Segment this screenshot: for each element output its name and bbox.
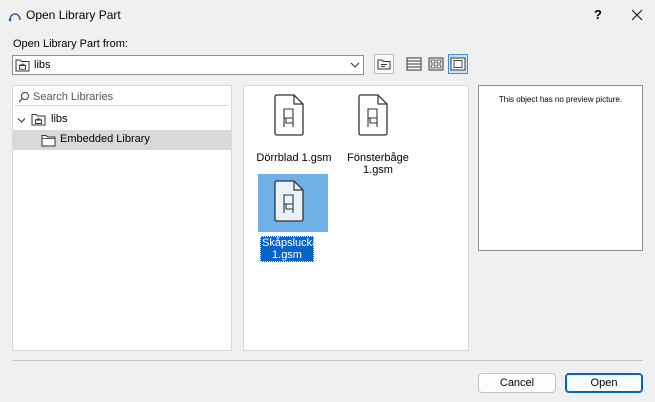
preview-view-icon xyxy=(450,57,466,71)
source-label: Open Library Part from: xyxy=(13,38,128,50)
library-folder-icon xyxy=(31,114,46,126)
library-folder-icon xyxy=(15,59,30,72)
library-part-name: Dörrblad 1.gsm xyxy=(256,152,332,164)
search-libraries[interactable]: Search Libraries xyxy=(15,88,229,106)
selection-highlight xyxy=(258,174,328,232)
preview-panel: This object has no preview picture. xyxy=(478,85,643,251)
library-part-item[interactable]: Dörrblad 1.gsm xyxy=(256,90,332,170)
library-tree-panel: Search Libraries libs Embedded Library xyxy=(12,85,232,351)
up-folder-button[interactable] xyxy=(374,54,394,74)
close-icon[interactable] xyxy=(625,4,649,26)
library-part-name: Skåpslucka 1.gsm xyxy=(260,236,319,262)
icon-view-icon[interactable] xyxy=(426,54,446,74)
tree-item-label: libs xyxy=(51,113,68,125)
tree-item-label: Embedded Library xyxy=(60,133,150,145)
library-part-item[interactable]: Skåpslucka 1.gsm xyxy=(258,174,332,262)
arc-icon xyxy=(8,13,21,22)
open-button[interactable]: Open xyxy=(565,373,643,393)
preview-message: This object has no preview picture. xyxy=(498,95,623,104)
window-title: Open Library Part xyxy=(26,8,121,22)
list-view-icon[interactable] xyxy=(404,54,424,74)
tree-item-libs[interactable]: libs xyxy=(13,110,231,130)
title-bar: Open Library Part ? xyxy=(0,0,655,30)
gsm-file-icon xyxy=(358,94,388,136)
search-icon xyxy=(18,91,30,103)
large-preview-view-button[interactable] xyxy=(448,54,468,74)
tree-item-embedded-library[interactable]: Embedded Library xyxy=(13,130,231,150)
open-library-part-dialog: Open Library Part ? Open Library Part fr… xyxy=(0,0,655,402)
library-source-value: libs xyxy=(34,59,51,71)
cancel-button[interactable]: Cancel xyxy=(478,373,556,393)
gsm-file-icon xyxy=(274,180,304,222)
library-source-dropdown[interactable]: libs xyxy=(12,55,364,75)
chevron-down-icon[interactable] xyxy=(17,116,26,125)
gsm-file-icon xyxy=(274,94,304,136)
library-parts-grid: Dörrblad 1.gsm Fönsterbåge 1.gsm Skåpslu… xyxy=(243,85,469,351)
help-button[interactable]: ? xyxy=(586,4,610,26)
library-part-item[interactable]: Fönsterbåge 1.gsm xyxy=(342,90,416,176)
library-part-name: Fönsterbåge 1.gsm xyxy=(347,152,409,176)
divider xyxy=(12,360,643,361)
chevron-down-icon xyxy=(350,62,360,68)
search-placeholder: Search Libraries xyxy=(33,91,114,103)
folder-icon xyxy=(41,135,56,147)
